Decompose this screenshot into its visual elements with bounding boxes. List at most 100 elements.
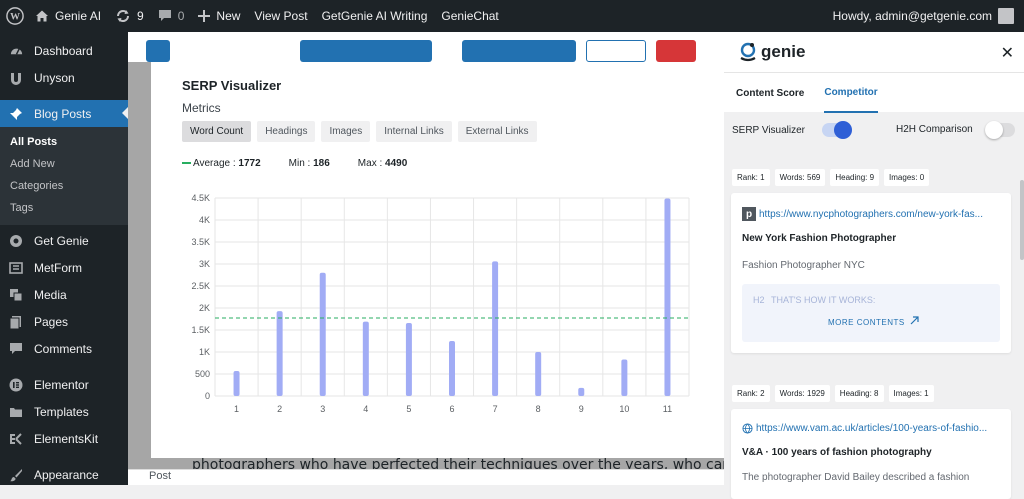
media-icon [8,287,24,303]
sidebar-item-elementor[interactable]: Elementor [0,371,128,398]
panel-toggles: SERP Visualizer H2H Comparison [724,112,1024,148]
x-tick-label: 3 [320,404,325,414]
result-title: New York Fashion Photographer [742,233,897,244]
sidebar-item-appearance[interactable]: Appearance [0,461,128,488]
sidebar-item-templates[interactable]: Templates [0,398,128,425]
comment-icon [8,341,24,357]
submenu-add-new[interactable]: Add New [0,153,128,175]
updates-link[interactable]: 9 [108,0,151,32]
bar [621,359,628,396]
rank-chip: Rank: 1 [732,169,770,186]
result-2-chips: Rank: 2 Words: 1929 Heading: 8 Images: 1 [732,385,934,402]
editor-footer: Post [128,469,724,485]
site-name-link[interactable]: Genie AI [28,0,108,32]
geniechat-label: GenieChat [441,9,499,23]
tab-competitor[interactable]: Competitor [824,73,878,113]
submenu-tags[interactable]: Tags [0,197,128,219]
submenu-categories[interactable]: Categories [0,175,128,197]
tab-word-count[interactable]: Word Count [182,121,252,142]
tab-internal-links[interactable]: Internal Links [376,121,452,142]
max-stat: Max : 4490 [358,158,407,169]
tab-external-links[interactable]: External Links [457,121,537,142]
view-post-link[interactable]: View Post [247,0,314,32]
more-contents-link[interactable]: MORE CONTENTS [828,316,920,327]
result-card-2[interactable]: https://www.vam.ac.uk/articles/100-years… [731,409,1011,499]
submenu-all-posts[interactable]: All Posts [0,131,128,153]
images-chip: Images: 1 [888,385,934,402]
sidebar-item-media[interactable]: Media [0,281,128,308]
tab-headings[interactable]: Headings [257,121,316,142]
sidebar-item-unyson[interactable]: Unyson [0,64,128,91]
genie-logo: genie [737,42,805,62]
y-tick-label: 500 [195,369,210,379]
view-post-label: View Post [254,9,308,23]
min-stat: Min : 186 [289,158,330,169]
result-card-1[interactable]: p https://www.nycphotographers.com/new-y… [731,193,1011,353]
bar [362,321,369,396]
result-url[interactable]: https://www.vam.ac.uk/articles/100-years… [742,423,1004,434]
ek-icon [8,431,24,447]
getgenie-writing-link[interactable]: GetGenie AI Writing [315,0,435,32]
geniechat-link[interactable]: GenieChat [434,0,505,32]
home-icon [36,10,48,22]
y-tick-label: 1K [199,347,210,357]
arrow-up-right-icon [911,316,920,325]
tab-content-score[interactable]: Content Score [736,73,804,113]
sidebar-item-label: Appearance [34,467,99,482]
result-description: The photographer David Bailey described … [742,472,970,483]
elementor-icon [8,377,24,393]
sidebar-item-label: Blog Posts [34,106,92,121]
getgenie-writing-label: GetGenie AI Writing [321,9,428,23]
result-url[interactable]: p https://www.nycphotographers.com/new-y… [742,207,1004,221]
sidebar-item-label: Dashboard [34,43,93,58]
h2h-comparison-toggle[interactable] [985,121,1015,139]
metric-stats: Average : 1772 Min : 186 Max : 4490 [182,158,407,169]
sidebar-item-metform[interactable]: MetForm [0,254,128,281]
rank-chip: Rank: 2 [732,385,770,402]
howdy-text: Howdy, admin@getgenie.com [832,9,992,23]
account-menu[interactable]: Howdy, admin@getgenie.com [833,8,1024,24]
heading-tag: H2 [753,295,765,305]
wordpress-logo-icon[interactable]: W [2,0,28,32]
plus-icon [198,10,211,22]
sidebar-item-label: Templates [34,404,89,419]
metric-tabs: Word Count Headings Images Internal Link… [182,121,537,142]
close-icon[interactable]: ✕ [1001,43,1014,63]
bar [578,387,585,396]
new-content-link[interactable]: New [191,0,247,32]
bar [449,341,455,396]
sidebar-item-pages[interactable]: Pages [0,308,128,335]
sidebar-item-elementskit[interactable]: ElementsKit [0,425,128,452]
serp-visualizer-toggle[interactable] [822,121,852,139]
globe-icon [742,423,753,434]
sidebar-item-label: Get Genie [34,233,89,248]
inserter-button[interactable] [146,40,170,62]
y-tick-label: 3K [199,259,210,269]
sidebar-item-blog-posts[interactable]: Blog Posts [0,100,128,127]
sidebar-item-label: Media [34,287,67,302]
heading-chip: Heading: 8 [834,385,884,402]
words-chip: Words: 569 [774,169,826,186]
y-tick-label: 2K [199,303,210,313]
sidebar-item-dashboard[interactable]: Dashboard [0,37,128,64]
genie-toolbar-button[interactable] [586,40,646,62]
x-tick-label: 7 [493,404,498,414]
toolbar-tools-button[interactable] [180,40,290,62]
brush-icon [8,467,24,483]
edit-with-elementor-button[interactable] [300,40,432,62]
average-legend-line [182,162,191,165]
tab-images[interactable]: Images [321,121,371,142]
result-title: V&A · 100 years of fashion photography [742,447,932,458]
publish-button[interactable] [656,40,696,62]
sidebar-item-comments[interactable]: Comments [0,335,128,362]
breadcrumb-post[interactable]: Post [149,470,171,482]
write-for-me-button[interactable] [462,40,576,62]
comments-link[interactable]: 0 [151,0,192,32]
genie-icon [8,233,24,249]
editor-toolbar [128,32,724,62]
x-tick-label: 4 [363,404,368,414]
panel-scrollbar[interactable] [1020,180,1024,260]
genie-panel-header: genie ✕ [724,32,1024,72]
serp-visualizer-label: SERP Visualizer [732,124,805,136]
sidebar-item-get-genie[interactable]: Get Genie [0,227,128,254]
